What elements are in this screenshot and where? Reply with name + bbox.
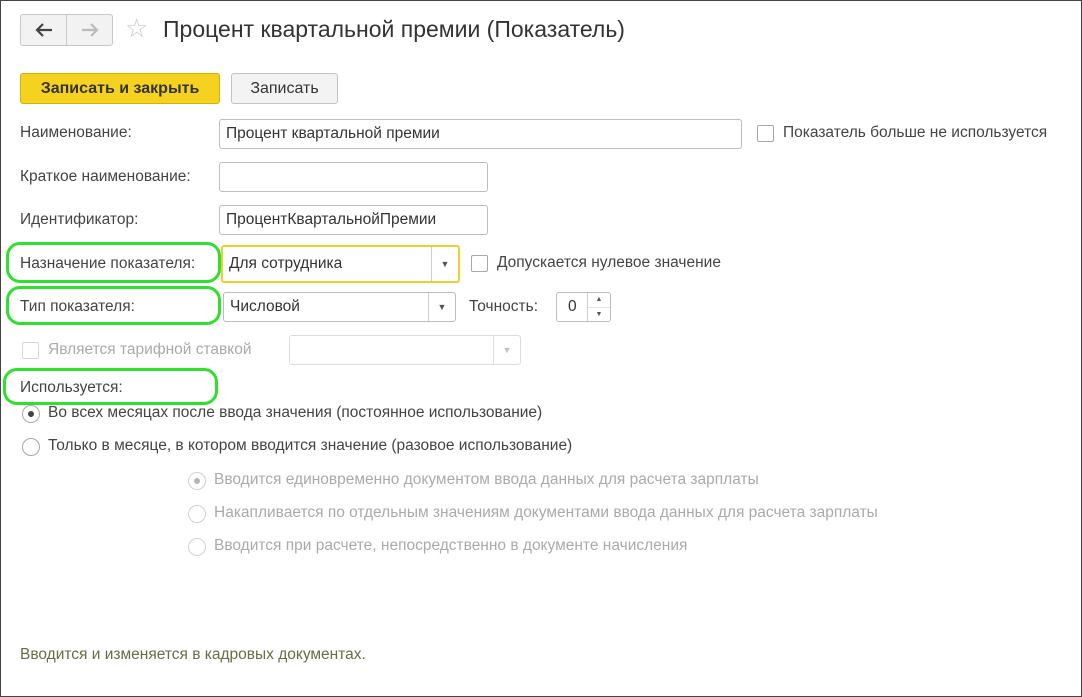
- save-and-close-button[interactable]: Записать и закрыть: [20, 73, 220, 104]
- precision-stepper[interactable]: 0 ▲ ▼: [556, 292, 611, 322]
- sub-option-accumulate-radio[interactable]: [188, 505, 206, 523]
- page-title: Процент квартальной премии (Показатель): [163, 16, 625, 42]
- footer-note: Вводится и изменяется в кадровых докумен…: [20, 646, 366, 663]
- name-label: Наименование:: [20, 124, 132, 141]
- tariff-label: Является тарифной ставкой: [48, 341, 252, 358]
- arrow-right-icon: [81, 23, 99, 37]
- star-icon[interactable]: ☆: [125, 13, 148, 43]
- chevron-down-icon[interactable]: ▼: [431, 247, 458, 281]
- purpose-label: Назначение показателя:: [20, 255, 196, 272]
- usage-option-permanent-radio[interactable]: [22, 405, 40, 423]
- name-input[interactable]: Процент квартальной премии: [219, 119, 742, 149]
- zero-allowed-checkbox[interactable]: [471, 255, 488, 272]
- sub-option-single-radio[interactable]: [188, 472, 206, 490]
- sub-option-single-label: Вводится единовременно документом ввода …: [214, 471, 759, 488]
- usage-option-once-radio[interactable]: [22, 438, 40, 456]
- purpose-value: Для сотрудника: [229, 255, 343, 272]
- not-used-label: Показатель больше не используется: [783, 124, 1048, 141]
- chevron-down-icon[interactable]: ▼: [428, 293, 455, 321]
- arrow-left-icon: [34, 23, 52, 37]
- tariff-select[interactable]: ▼: [289, 335, 521, 365]
- nav-buttons: [20, 14, 113, 46]
- chevron-down-icon[interactable]: ▼: [588, 306, 610, 322]
- form-window: ☆ Процент квартальной премии (Показатель…: [0, 0, 1082, 697]
- tariff-value: [290, 336, 493, 364]
- precision-label: Точность:: [469, 298, 539, 315]
- tariff-checkbox[interactable]: [22, 342, 39, 359]
- zero-allowed-label: Допускается нулевое значение: [497, 254, 721, 271]
- not-used-checkbox[interactable]: [757, 125, 774, 142]
- type-label: Тип показателя:: [20, 298, 135, 315]
- usage-option-once-label: Только в месяце, в котором вводится знач…: [48, 437, 573, 454]
- back-button[interactable]: [21, 15, 66, 45]
- precision-value: 0: [568, 298, 577, 315]
- sub-option-calculation-radio[interactable]: [188, 538, 206, 556]
- short-name-input[interactable]: [219, 162, 488, 192]
- purpose-select[interactable]: Для сотрудника ▼: [221, 245, 460, 283]
- chevron-down-icon[interactable]: ▼: [493, 336, 520, 364]
- stepper-arrows: ▲ ▼: [587, 293, 610, 321]
- sub-option-calculation-label: Вводится при расчете, непосредственно в …: [214, 537, 688, 554]
- type-select[interactable]: Числовой ▼: [223, 292, 456, 322]
- chevron-up-icon[interactable]: ▲: [588, 293, 610, 307]
- identifier-label: Идентификатор:: [20, 211, 139, 228]
- forward-button[interactable]: [66, 15, 112, 45]
- type-value: Числовой: [230, 298, 300, 315]
- save-button[interactable]: Записать: [231, 73, 338, 104]
- usage-option-permanent-label: Во всех месяцах после ввода значения (по…: [48, 404, 543, 421]
- sub-option-accumulate-label: Накапливается по отдельным значениям док…: [214, 504, 878, 521]
- usage-title: Используется:: [20, 379, 123, 396]
- identifier-input[interactable]: ПроцентКвартальнойПремии: [219, 205, 488, 235]
- short-name-label: Краткое наименование:: [20, 168, 191, 185]
